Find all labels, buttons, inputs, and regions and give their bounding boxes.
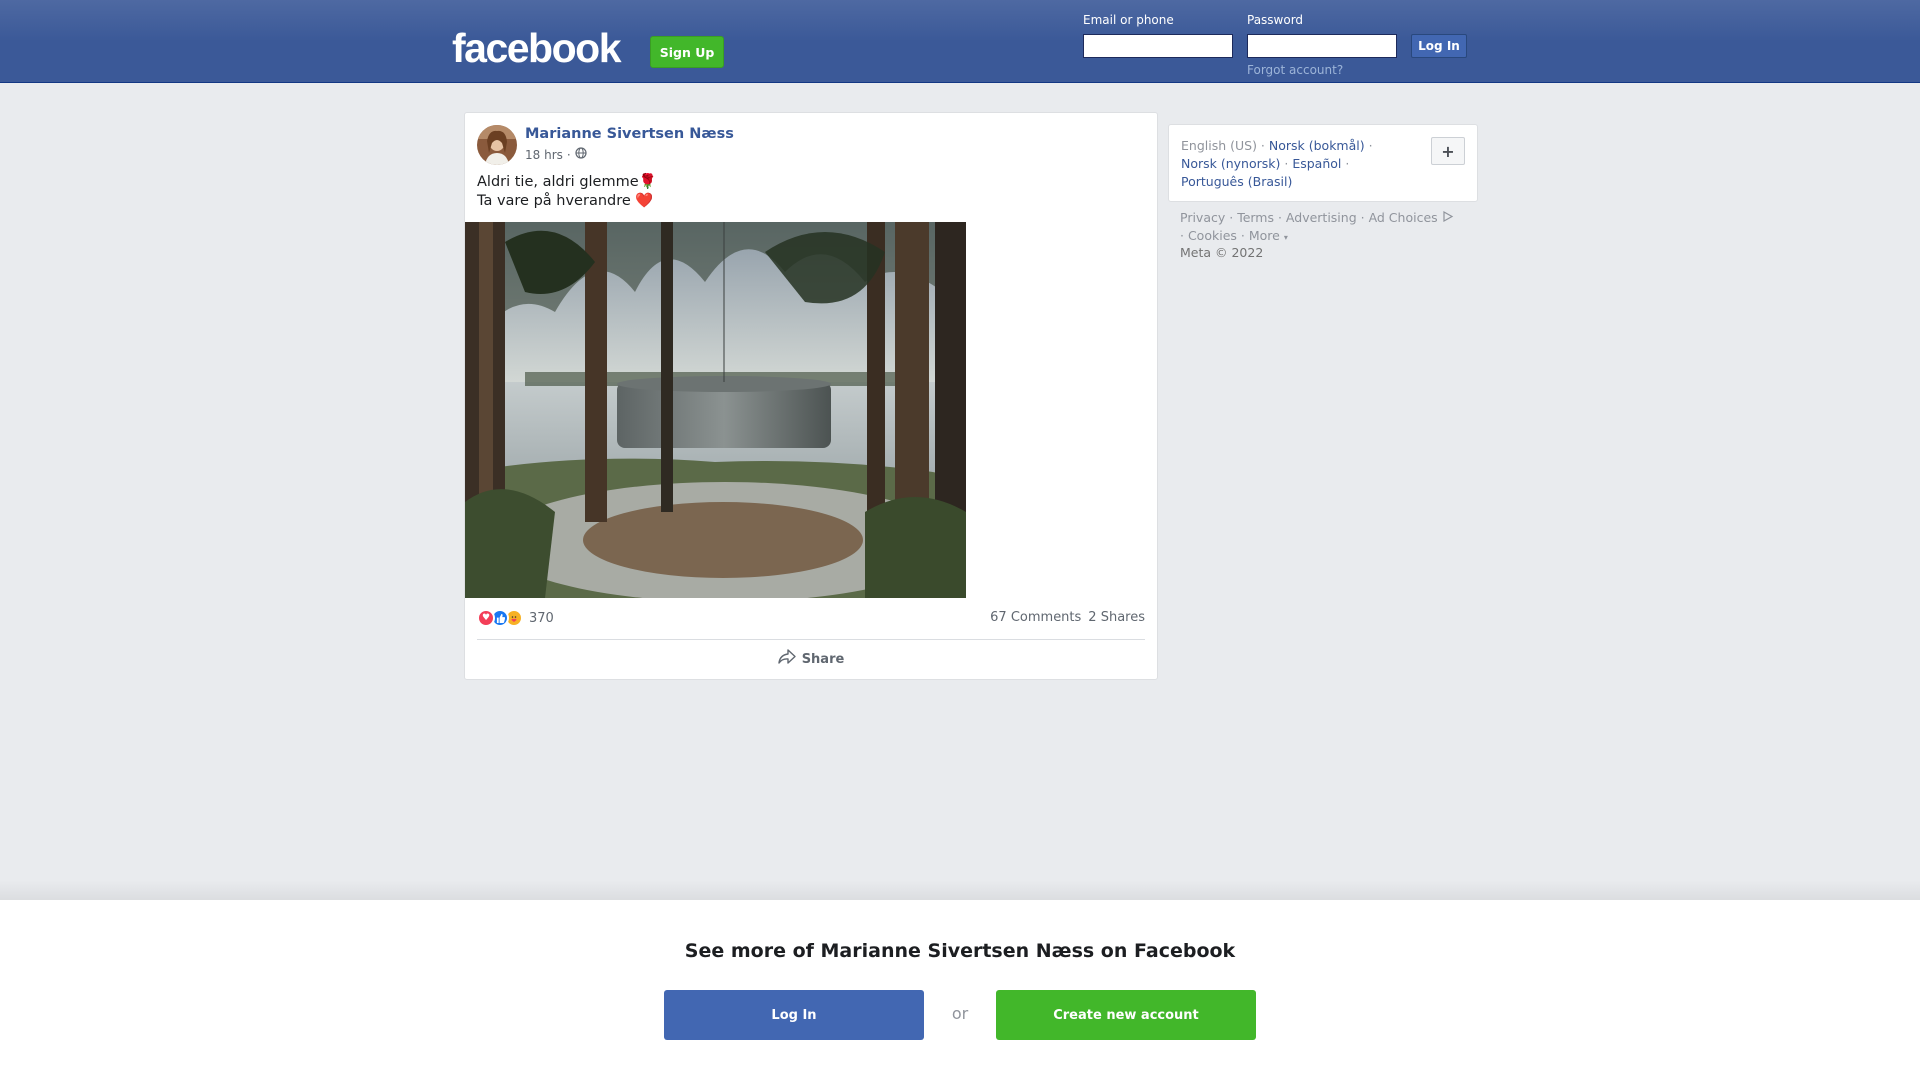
post-meta: 18 hrs · (525, 147, 587, 162)
post-text-line: Ta vare på hverandre ❤️ (477, 193, 654, 209)
more-languages-button[interactable]: + (1431, 137, 1465, 165)
divider (477, 639, 1145, 640)
password-label: Password (1247, 13, 1304, 27)
shares-count-link[interactable]: 2 Shares (1088, 610, 1145, 625)
footer-link-privacy[interactable]: Privacy (1180, 210, 1225, 225)
forgot-account-link[interactable]: Forgot account? (1247, 63, 1343, 77)
copyright: Meta © 2022 (1180, 245, 1264, 260)
post-card: Marianne Sivertsen Næss 18 hrs · Aldri t… (464, 112, 1158, 680)
share-label: Share (801, 651, 845, 667)
meta-separator: · (566, 147, 571, 162)
create-account-button[interactable]: Create new account (996, 990, 1256, 1040)
banner-shadow (0, 880, 1920, 900)
globe-icon (575, 147, 587, 162)
share-button[interactable]: Share (477, 643, 1145, 675)
post-timestamp[interactable]: 18 hrs (525, 148, 563, 162)
ad-choices-icon (1442, 210, 1454, 225)
language-link[interactable]: Norsk (nynorsk) (1181, 156, 1280, 171)
password-field[interactable] (1247, 34, 1397, 58)
footer-link-terms[interactable]: Terms (1237, 210, 1274, 225)
comments-count-link[interactable]: 67 Comments (990, 610, 1081, 625)
post-author-link[interactable]: Marianne Sivertsen Næss (525, 126, 734, 142)
banner-log-in-button[interactable]: Log In (664, 990, 924, 1040)
language-link[interactable]: Español (1292, 156, 1341, 171)
facebook-logo[interactable]: facebook (452, 24, 622, 72)
footer-link-advertising[interactable]: Advertising (1286, 210, 1357, 225)
footer-link-more[interactable]: More (1249, 228, 1280, 243)
language-link[interactable]: Português (Brasil) (1181, 174, 1292, 189)
footer-link-cookies[interactable]: Cookies (1188, 228, 1237, 243)
language-list: English (US) · Norsk (bokmål) · Norsk (n… (1181, 138, 1373, 189)
engagement-counts: 67 Comments 2 Shares (990, 610, 1145, 625)
footer-links: Privacy · Terms · Advertising · Ad Choic… (1180, 209, 1480, 247)
footer-link-ad-choices[interactable]: Ad Choices (1369, 210, 1438, 225)
current-language: English (US) (1181, 138, 1257, 153)
caret-down-icon: ▾ (1283, 233, 1288, 242)
post-text-line: Aldri tie, aldri glemme🌹 (477, 174, 657, 190)
love-reaction-icon: ♥ (477, 609, 495, 627)
or-separator: or (951, 1004, 969, 1023)
language-selector: English (US) · Norsk (bokmål) · Norsk (n… (1168, 124, 1478, 202)
post-text: Aldri tie, aldri glemme🌹 Ta vare på hver… (477, 173, 657, 211)
reaction-summary[interactable]: ♥ 370 (477, 609, 554, 627)
top-bar: facebook Sign Up Email or phone Password… (0, 0, 1920, 83)
language-link[interactable]: Norsk (bokmål) (1269, 138, 1365, 153)
post-photo[interactable] (465, 222, 966, 598)
share-icon (777, 649, 796, 669)
email-field[interactable] (1083, 34, 1233, 58)
login-banner: See more of Marianne Sivertsen Næss on F… (0, 900, 1920, 1080)
avatar[interactable] (477, 125, 517, 165)
header-log-in-button[interactable]: Log In (1411, 34, 1467, 58)
email-label: Email or phone (1083, 13, 1174, 27)
sign-up-button[interactable]: Sign Up (650, 36, 724, 68)
reaction-count: 370 (529, 610, 554, 626)
banner-title: See more of Marianne Sivertsen Næss on F… (684, 940, 1236, 962)
